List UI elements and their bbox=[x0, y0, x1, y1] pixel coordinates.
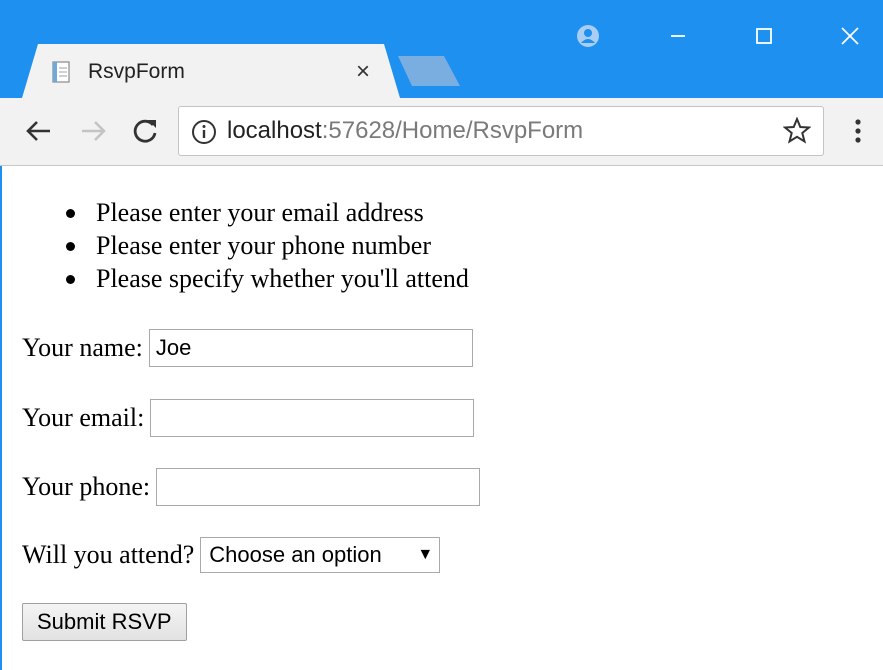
bullet bbox=[66, 209, 75, 218]
close-icon[interactable] bbox=[832, 18, 868, 54]
browser-tab-active[interactable] bbox=[22, 44, 400, 98]
tab-close-button[interactable]: × bbox=[350, 58, 376, 86]
info-icon[interactable] bbox=[191, 119, 217, 145]
forward-arrow-icon[interactable] bbox=[76, 114, 110, 148]
validation-error-text: Please enter your phone number bbox=[96, 231, 432, 260]
menu-icon[interactable] bbox=[846, 114, 870, 148]
validation-error-text: Please enter your email address bbox=[96, 198, 424, 227]
url-path: :57628/Home/RsvpForm bbox=[321, 117, 584, 144]
bullet bbox=[66, 242, 75, 251]
validation-error: Please enter your phone number bbox=[60, 229, 469, 262]
star-icon[interactable] bbox=[783, 117, 811, 145]
url-host: localhost bbox=[227, 117, 322, 144]
page-favicon-icon bbox=[52, 61, 70, 83]
attend-selected-value: Choose an option bbox=[209, 542, 382, 567]
bullet bbox=[66, 275, 75, 284]
address-bar[interactable]: localhost:57628/Home/RsvpForm bbox=[178, 106, 824, 156]
email-label: Your email: bbox=[22, 403, 145, 432]
new-tab-button[interactable] bbox=[398, 56, 460, 86]
attend-select[interactable]: Choose an option ▼ bbox=[200, 537, 441, 573]
email-input[interactable] bbox=[150, 399, 475, 437]
reload-icon[interactable] bbox=[128, 114, 162, 148]
validation-error-text: Please specify whether you'll attend bbox=[96, 264, 469, 293]
tab-title: RsvpForm bbox=[88, 60, 185, 83]
phone-row: Your phone: bbox=[22, 467, 481, 507]
browser-title-bar: RsvpForm × bbox=[0, 0, 883, 98]
account-icon[interactable] bbox=[570, 18, 606, 54]
attend-label: Will you attend? bbox=[22, 540, 195, 569]
browser-toolbar: localhost:57628/Home/RsvpForm bbox=[0, 98, 883, 166]
maximize-icon[interactable] bbox=[746, 18, 782, 54]
submit-rsvp-button[interactable]: Submit RSVP bbox=[22, 603, 187, 641]
name-input[interactable] bbox=[148, 329, 473, 367]
attend-row: Will you attend? Choose an option ▼ bbox=[22, 535, 441, 575]
page-content: Please enter your email address Please e… bbox=[0, 166, 883, 670]
url-text[interactable]: localhost:57628/Home/RsvpForm bbox=[227, 107, 583, 155]
dropdown-arrow-icon: ▼ bbox=[417, 546, 434, 563]
validation-error: Please specify whether you'll attend bbox=[60, 262, 469, 295]
email-row: Your email: bbox=[22, 398, 475, 438]
back-arrow-icon[interactable] bbox=[22, 114, 56, 148]
submit-row: Submit RSVP bbox=[22, 602, 187, 642]
minimize-icon[interactable] bbox=[660, 18, 696, 54]
validation-error: Please enter your email address bbox=[60, 196, 469, 229]
validation-summary: Please enter your email address Please e… bbox=[60, 196, 469, 295]
name-row: Your name: bbox=[22, 328, 473, 368]
phone-input[interactable] bbox=[156, 468, 481, 506]
phone-label: Your phone: bbox=[22, 472, 151, 501]
name-label: Your name: bbox=[22, 333, 143, 362]
